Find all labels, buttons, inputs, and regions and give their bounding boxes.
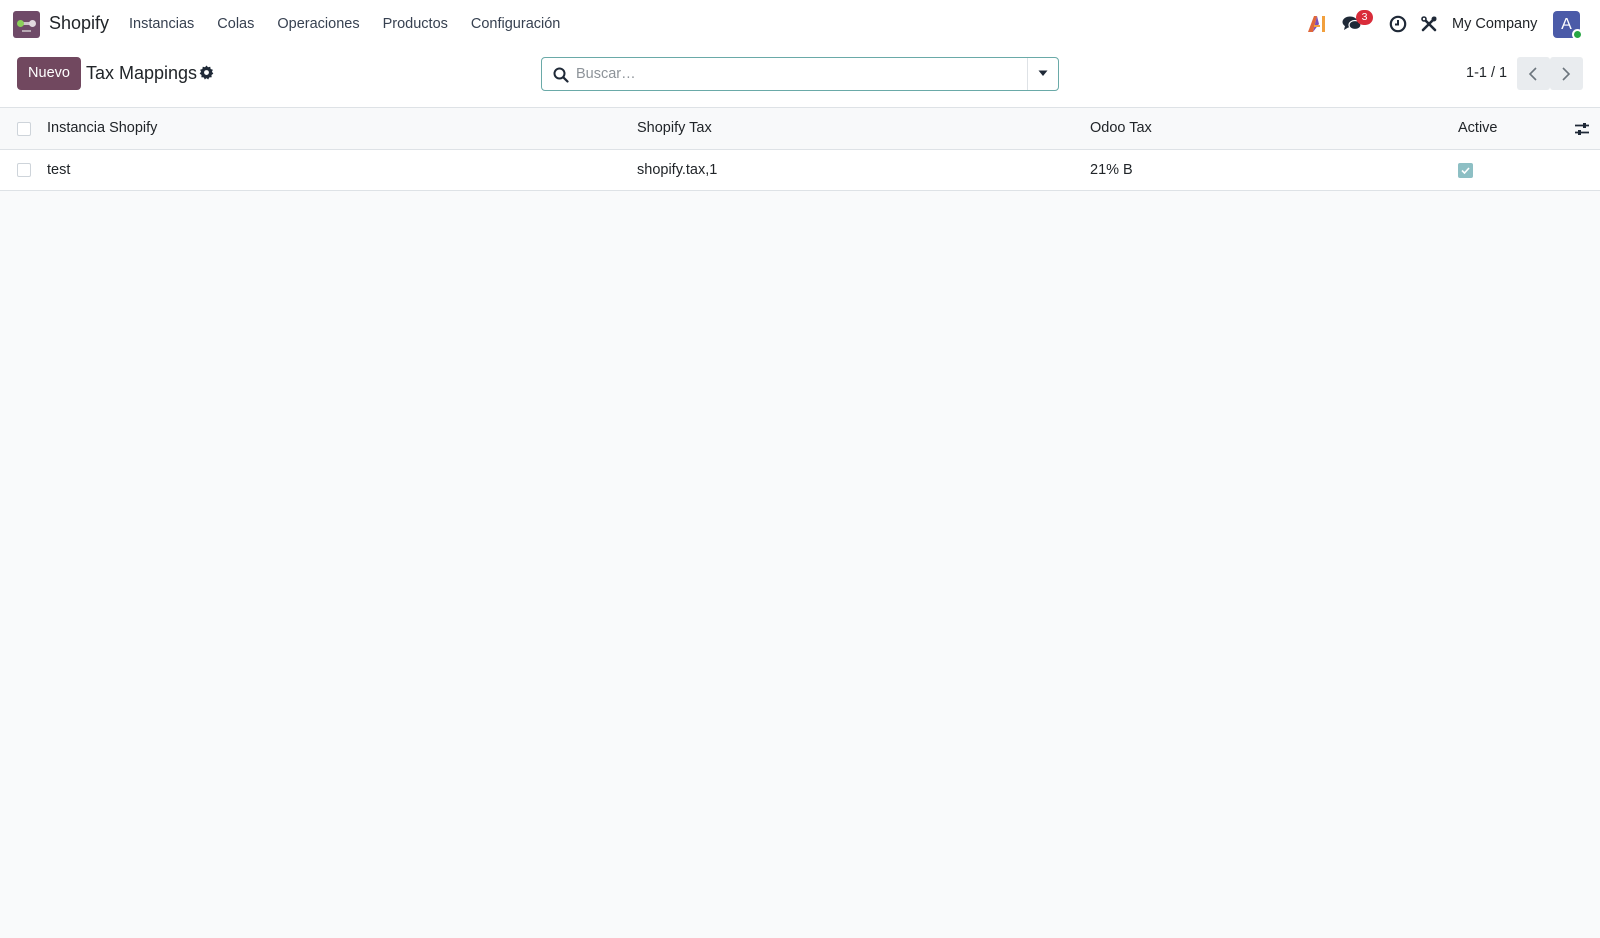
table-header: Instancia Shopify Shopify Tax Odoo Tax A… — [0, 108, 1600, 150]
online-status-icon — [1572, 29, 1583, 40]
control-panel: Nuevo Tax Mappings 1-1 / 1 — [0, 48, 1600, 108]
new-button[interactable]: Nuevo — [17, 57, 81, 90]
cell-shopify-tax: shopify.tax,1 — [637, 162, 718, 178]
top-navbar: Shopify Instancias Colas Operaciones Pro… — [0, 0, 1600, 48]
search-options-toggle[interactable] — [1027, 58, 1058, 90]
search-input[interactable] — [576, 64, 1006, 84]
cell-instance: test — [47, 162, 71, 178]
menu-item-instancias[interactable]: Instancias — [129, 16, 194, 32]
cell-odoo-tax: 21% B — [1090, 162, 1133, 178]
column-header-odoo-tax[interactable]: Odoo Tax — [1090, 120, 1152, 136]
search-bar — [541, 57, 1059, 91]
pager-previous-button[interactable] — [1517, 57, 1550, 90]
menu-item-colas[interactable]: Colas — [217, 16, 254, 32]
main-menu: Instancias Colas Operaciones Productos C… — [129, 16, 583, 32]
row-checkbox[interactable] — [17, 163, 31, 177]
optional-columns-icon[interactable] — [1574, 121, 1590, 137]
select-all-checkbox[interactable] — [17, 122, 31, 136]
chevron-right-icon — [1562, 67, 1571, 81]
chevron-left-icon — [1528, 67, 1537, 81]
menu-item-productos[interactable]: Productos — [383, 16, 448, 32]
clock-icon[interactable] — [1389, 15, 1407, 33]
app-name[interactable]: Shopify — [49, 13, 109, 34]
menu-item-operaciones[interactable]: Operaciones — [277, 16, 359, 32]
active-checkbox — [1458, 163, 1473, 178]
tools-icon[interactable] — [1420, 15, 1438, 33]
gear-icon[interactable] — [199, 65, 214, 80]
caret-down-icon — [1038, 70, 1048, 76]
column-header-active[interactable]: Active — [1458, 120, 1498, 136]
table-row[interactable]: test shopify.tax,1 21% B — [0, 150, 1600, 191]
pager-value[interactable]: 1-1 / 1 — [1466, 65, 1507, 81]
page-title: Tax Mappings — [86, 63, 198, 83]
chat-count-badge: 3 — [1356, 10, 1373, 25]
search-icon — [553, 67, 569, 83]
check-icon — [1461, 167, 1470, 174]
column-header-instance[interactable]: Instancia Shopify — [47, 120, 157, 136]
menu-item-configuracion[interactable]: Configuración — [471, 16, 560, 32]
tax-mappings-list: Instancia Shopify Shopify Tax Odoo Tax A… — [0, 108, 1600, 191]
pager-next-button[interactable] — [1550, 57, 1583, 90]
ai-icon[interactable] — [1306, 13, 1328, 35]
company-switcher[interactable]: My Company — [1452, 16, 1537, 32]
column-header-shopify-tax[interactable]: Shopify Tax — [637, 120, 712, 136]
shopify-app-icon[interactable] — [13, 11, 40, 38]
